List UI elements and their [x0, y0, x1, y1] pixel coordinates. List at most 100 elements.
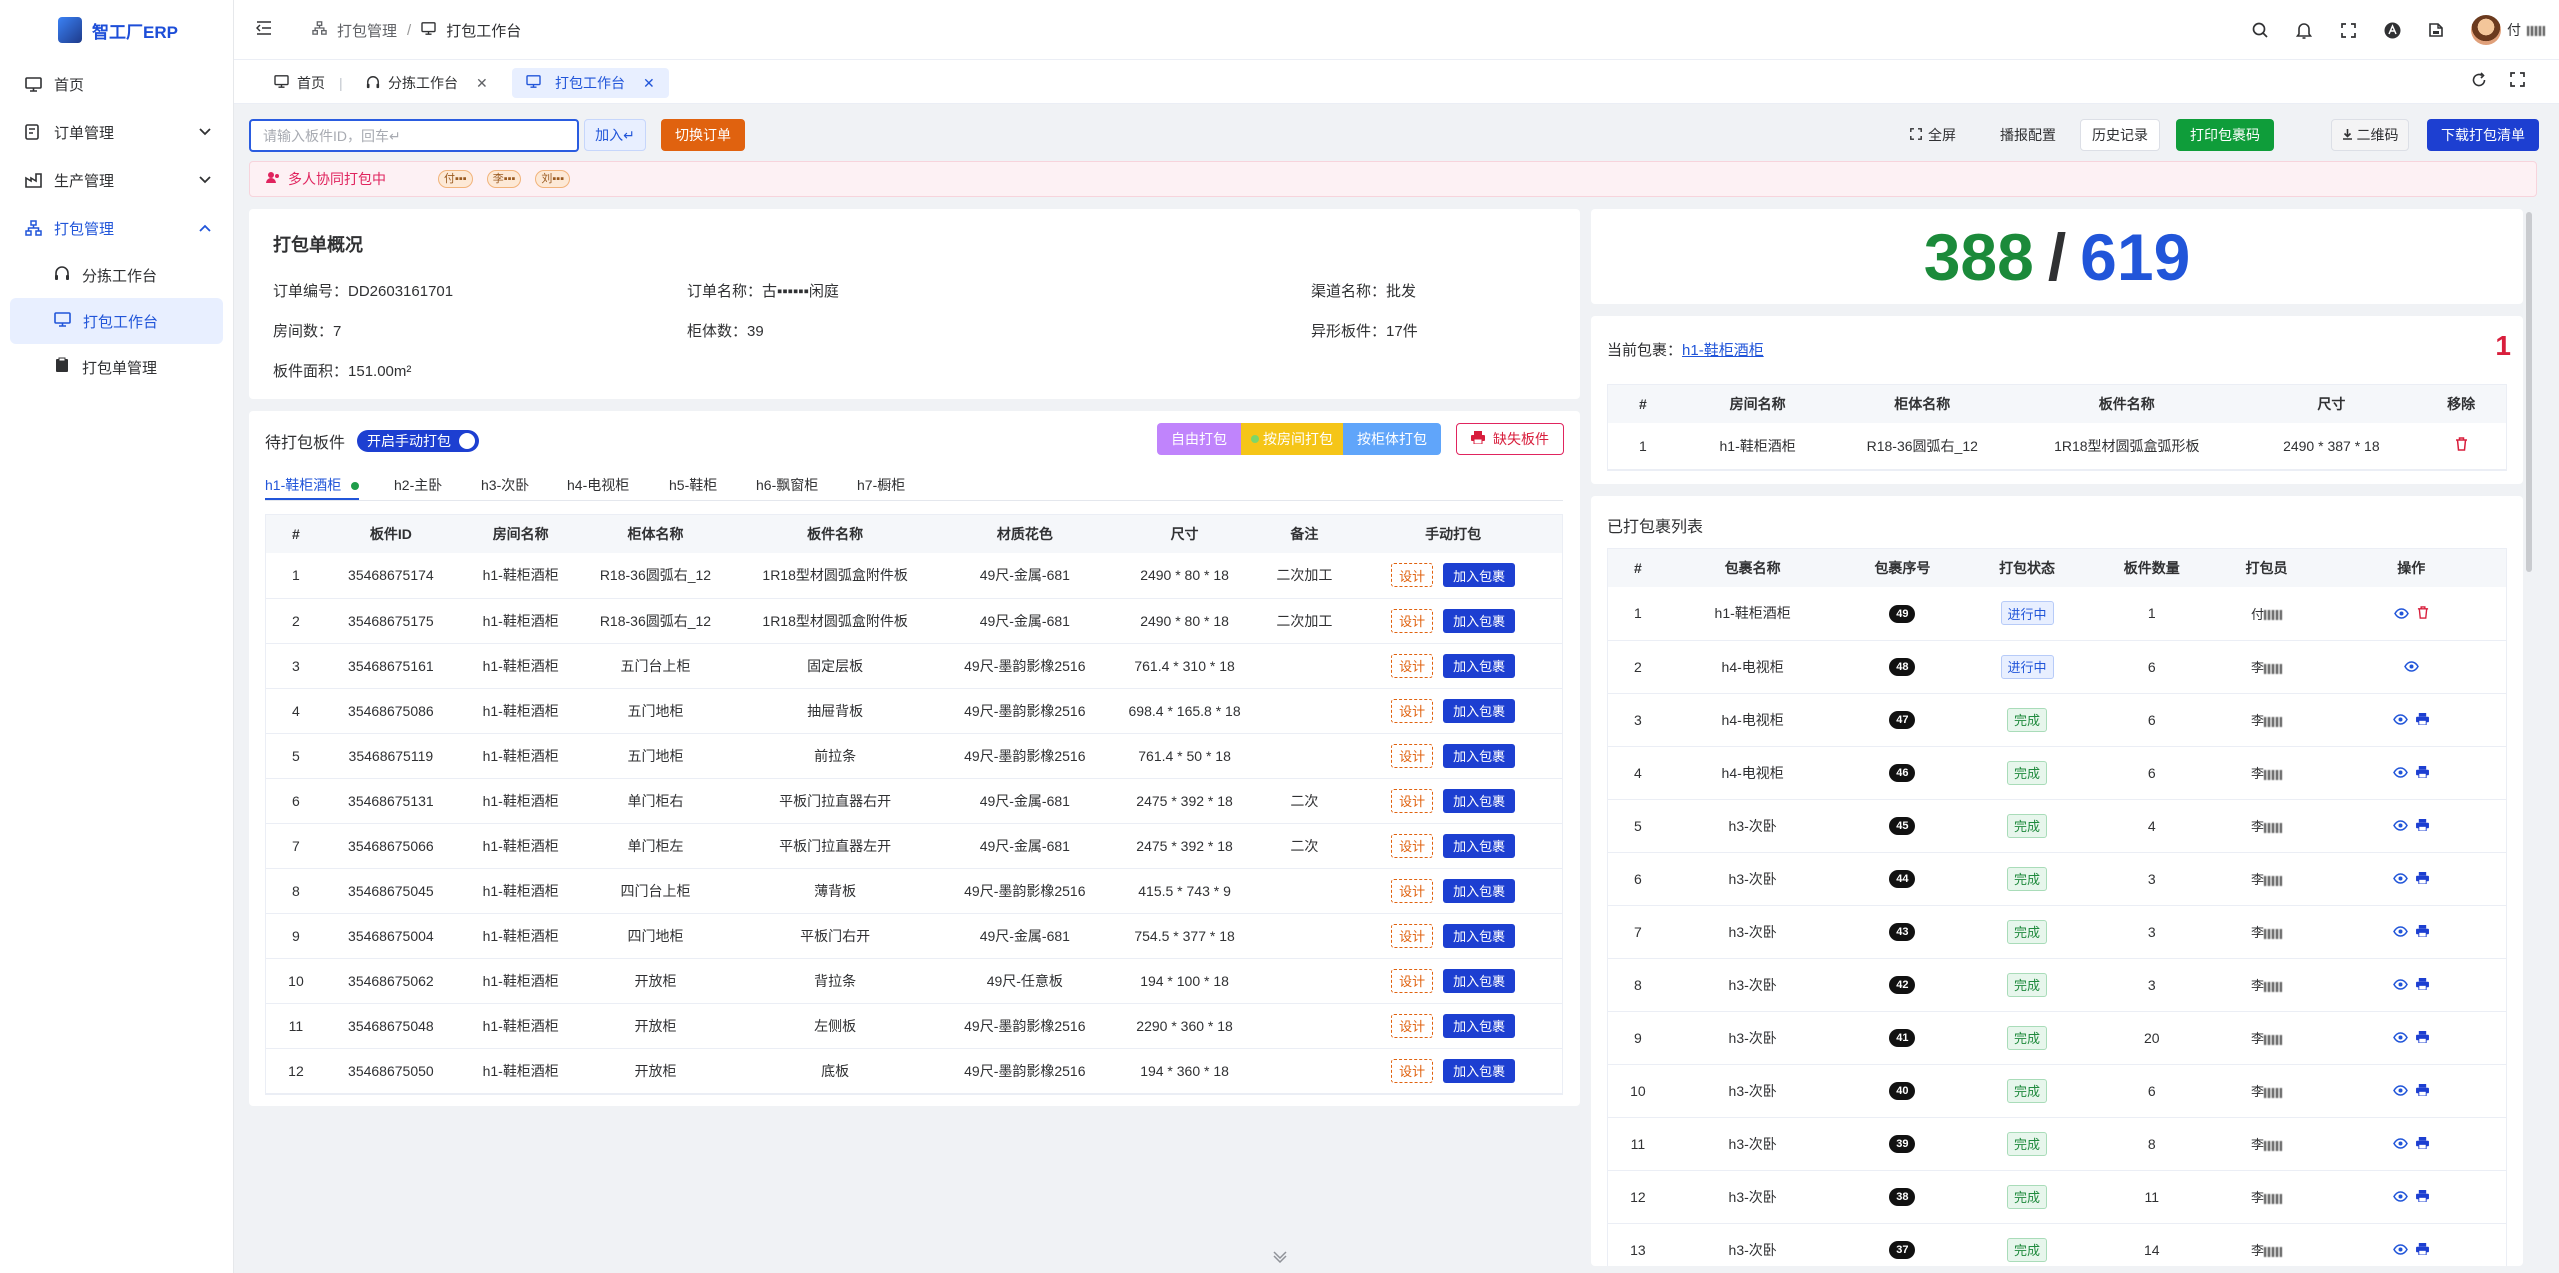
- history-button[interactable]: 历史记录: [2080, 119, 2160, 151]
- app-logo[interactable]: 智工厂ERP: [0, 0, 233, 60]
- design-button[interactable]: 设计: [1391, 653, 1434, 678]
- add-to-package-button[interactable]: 加入包裹: [1443, 563, 1516, 588]
- add-to-package-button[interactable]: 加入包裹: [1443, 653, 1516, 678]
- eye-icon[interactable]: [2393, 712, 2409, 728]
- add-to-package-button[interactable]: 加入包裹: [1443, 743, 1516, 768]
- trash-icon[interactable]: [2417, 606, 2429, 622]
- printer-icon[interactable]: [2416, 765, 2430, 781]
- room-tab-h3[interactable]: h3-次卧: [481, 475, 529, 495]
- design-button[interactable]: 设计: [1391, 878, 1434, 903]
- room-tab-h1[interactable]: h1-鞋柜酒柜: [265, 475, 360, 495]
- printer-icon[interactable]: [2416, 818, 2430, 834]
- broadcast-config-button[interactable]: 播报配置: [1990, 119, 2066, 151]
- design-button[interactable]: 设计: [1391, 788, 1434, 813]
- scrollbar-thumb[interactable]: [2526, 212, 2532, 572]
- eye-icon[interactable]: [2393, 1242, 2409, 1258]
- eye-icon[interactable]: [2393, 871, 2409, 887]
- refresh-icon[interactable]: [2471, 72, 2487, 92]
- layout-icon[interactable]: [2427, 21, 2445, 39]
- printer-icon[interactable]: [2416, 924, 2430, 940]
- printer-icon[interactable]: [2416, 1136, 2430, 1152]
- room-tab-h2[interactable]: h2-主卧: [394, 475, 442, 495]
- table-cell: h1-鞋柜酒柜: [455, 688, 586, 734]
- fullscreen-button[interactable]: 全屏: [1905, 119, 1961, 151]
- sidebar-item-orders[interactable]: 订单管理: [0, 108, 233, 156]
- printer-icon[interactable]: [2416, 1083, 2430, 1099]
- print-package-code-button[interactable]: 打印包裹码: [2176, 119, 2274, 151]
- sidebar-item-packing-orders[interactable]: 打包单管理: [10, 344, 223, 390]
- manual-pack-toggle[interactable]: 开启手动打包: [357, 430, 480, 452]
- eye-icon[interactable]: [2393, 818, 2409, 834]
- design-button[interactable]: 设计: [1391, 608, 1434, 633]
- tab-sorting[interactable]: 分拣工作台 ✕: [352, 68, 502, 98]
- eye-icon[interactable]: [2393, 606, 2409, 622]
- font-size-icon[interactable]: [2383, 21, 2401, 39]
- bell-icon[interactable]: [2295, 21, 2313, 39]
- add-to-package-button[interactable]: 加入包裹: [1443, 608, 1516, 633]
- add-to-package-button[interactable]: 加入包裹: [1443, 698, 1516, 723]
- fullscreen-icon[interactable]: [2339, 21, 2357, 39]
- add-to-package-button[interactable]: 加入包裹: [1443, 923, 1516, 948]
- room-tab-h5[interactable]: h5-鞋柜: [669, 475, 717, 495]
- breadcrumb-item[interactable]: 打包管理: [337, 20, 397, 41]
- room-tab-h4[interactable]: h4-电视柜: [567, 475, 629, 495]
- design-button[interactable]: 设计: [1391, 923, 1434, 948]
- sidebar-item-packing[interactable]: 打包管理: [0, 204, 233, 252]
- add-to-package-button[interactable]: 加入包裹: [1443, 1058, 1516, 1083]
- search-icon[interactable]: [2251, 21, 2269, 39]
- design-button[interactable]: 设计: [1391, 698, 1434, 723]
- add-to-package-button[interactable]: 加入包裹: [1443, 788, 1516, 813]
- qr-code-button[interactable]: 二维码: [2331, 119, 2409, 151]
- add-to-package-button[interactable]: 加入包裹: [1443, 833, 1516, 858]
- add-to-package-button[interactable]: 加入包裹: [1443, 878, 1516, 903]
- pack-by-cabinet-button[interactable]: 按柜体打包: [1343, 423, 1441, 455]
- eye-icon[interactable]: [2393, 1136, 2409, 1152]
- missing-panels-button[interactable]: 缺失板件: [1456, 423, 1564, 455]
- trash-icon[interactable]: [2455, 437, 2468, 454]
- tab-home[interactable]: 首页 |: [260, 68, 357, 98]
- design-button[interactable]: 设计: [1391, 968, 1434, 993]
- printer-icon[interactable]: [2416, 1030, 2430, 1046]
- room-tab-h6[interactable]: h6-飘窗柜: [756, 475, 818, 495]
- collapse-sidebar-icon[interactable]: [255, 21, 272, 39]
- column-header: 包裹名称: [1667, 549, 1838, 587]
- eye-icon[interactable]: [2393, 1083, 2409, 1099]
- printer-icon[interactable]: [2416, 977, 2430, 993]
- user-menu[interactable]: 付: [2471, 15, 2545, 45]
- printer-icon[interactable]: [2416, 871, 2430, 887]
- room-tab-h7[interactable]: h7-橱柜: [857, 475, 905, 495]
- eye-icon[interactable]: [2393, 1189, 2409, 1205]
- close-icon[interactable]: ✕: [476, 75, 488, 92]
- design-button[interactable]: 设计: [1391, 1058, 1434, 1083]
- design-button[interactable]: 设计: [1391, 833, 1434, 858]
- tab-packing-workbench[interactable]: 打包工作台 ✕: [512, 68, 669, 98]
- eye-icon[interactable]: [2403, 659, 2419, 675]
- chevron-down-icon[interactable]: [1270, 1249, 1290, 1265]
- close-icon[interactable]: ✕: [643, 75, 655, 92]
- printer-icon[interactable]: [2416, 1242, 2430, 1258]
- sidebar-item-sorting[interactable]: 分拣工作台: [10, 252, 223, 298]
- add-button[interactable]: 加入↵: [584, 119, 646, 151]
- eye-icon[interactable]: [2393, 977, 2409, 993]
- design-button[interactable]: 设计: [1391, 743, 1434, 768]
- design-button[interactable]: 设计: [1391, 563, 1434, 588]
- eye-icon[interactable]: [2393, 765, 2409, 781]
- sidebar-item-packing-workbench[interactable]: 打包工作台: [10, 298, 223, 344]
- pack-by-room-button[interactable]: 按房间打包: [1241, 423, 1343, 455]
- switch-order-button[interactable]: 切换订单: [661, 119, 745, 151]
- add-to-package-button[interactable]: 加入包裹: [1443, 1013, 1516, 1038]
- expand-icon[interactable]: [2510, 72, 2525, 91]
- sidebar-item-home[interactable]: 首页: [0, 60, 233, 108]
- panel-id-input[interactable]: 请输入板件ID，回车↵: [249, 119, 579, 152]
- printer-icon[interactable]: [2416, 712, 2430, 728]
- sidebar-item-production[interactable]: 生产管理: [0, 156, 233, 204]
- download-packing-list-button[interactable]: 下载打包清单: [2427, 119, 2539, 151]
- column-header: 移除: [2416, 385, 2506, 423]
- current-package-name[interactable]: h1-鞋柜酒柜: [1682, 342, 1764, 359]
- printer-icon[interactable]: [2416, 1189, 2430, 1205]
- add-to-package-button[interactable]: 加入包裹: [1443, 968, 1516, 993]
- eye-icon[interactable]: [2393, 1030, 2409, 1046]
- free-pack-button[interactable]: 自由打包: [1157, 423, 1241, 455]
- design-button[interactable]: 设计: [1391, 1013, 1434, 1038]
- eye-icon[interactable]: [2393, 924, 2409, 940]
